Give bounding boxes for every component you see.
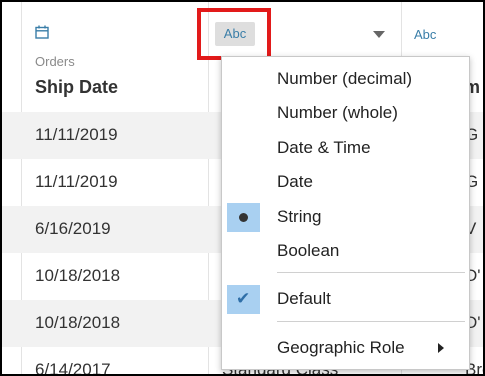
menu-item-number-decimal[interactable]: Number (decimal) (222, 62, 469, 96)
menu-item-number-whole[interactable]: Number (whole) (222, 96, 469, 130)
menu-item-string[interactable]: String (222, 200, 469, 234)
data-type-menu: Number (decimal) Number (whole) Date & T… (221, 56, 470, 370)
radio-dot-icon (239, 213, 248, 222)
data-type-icon[interactable]: Abc (414, 27, 436, 42)
chevron-right-icon (438, 343, 444, 353)
menu-item-date-time[interactable]: Date & Time (222, 131, 469, 165)
menu-item-label: String (277, 207, 322, 226)
checked-indicator: ✔ (227, 285, 260, 314)
annotation-highlight-box (197, 8, 271, 60)
menu-item-label: Number (decimal) (277, 69, 413, 88)
menu-divider (277, 272, 465, 273)
menu-item-label: Default (277, 289, 331, 308)
data-source-grid: Orders Ship Date Abc Abc m 11/11/2019 G … (0, 0, 485, 376)
menu-item-date[interactable]: Date (222, 165, 469, 199)
menu-item-boolean[interactable]: Boolean (222, 234, 469, 268)
ship-date-cell: 10/18/2018 (35, 266, 121, 285)
menu-item-label: Boolean (277, 241, 340, 260)
ship-date-cell: 10/18/2018 (35, 313, 121, 332)
menu-item-default[interactable]: ✔ Default (222, 282, 469, 316)
ship-date-cell: 11/11/2019 (35, 125, 118, 144)
ship-date-cell: 6/14/2017 (35, 360, 111, 376)
checkmark-icon: ✔ (236, 289, 251, 308)
ship-date-cell: 6/16/2019 (35, 219, 111, 238)
menu-item-label: Number (whole) (277, 103, 398, 122)
column-title-ship-date[interactable]: Ship Date (35, 77, 118, 98)
menu-divider (277, 321, 465, 322)
selected-indicator (227, 203, 260, 232)
menu-item-label: Date & Time (277, 138, 371, 157)
calendar-icon (35, 25, 49, 39)
menu-item-geographic-role[interactable]: Geographic Role (222, 331, 469, 365)
chevron-down-icon[interactable] (373, 31, 385, 38)
menu-item-label: Date (277, 172, 313, 191)
column-category-label: Orders (35, 54, 75, 69)
ship-date-cell: 11/11/2019 (35, 172, 118, 191)
menu-item-label: Geographic Role (277, 338, 405, 357)
